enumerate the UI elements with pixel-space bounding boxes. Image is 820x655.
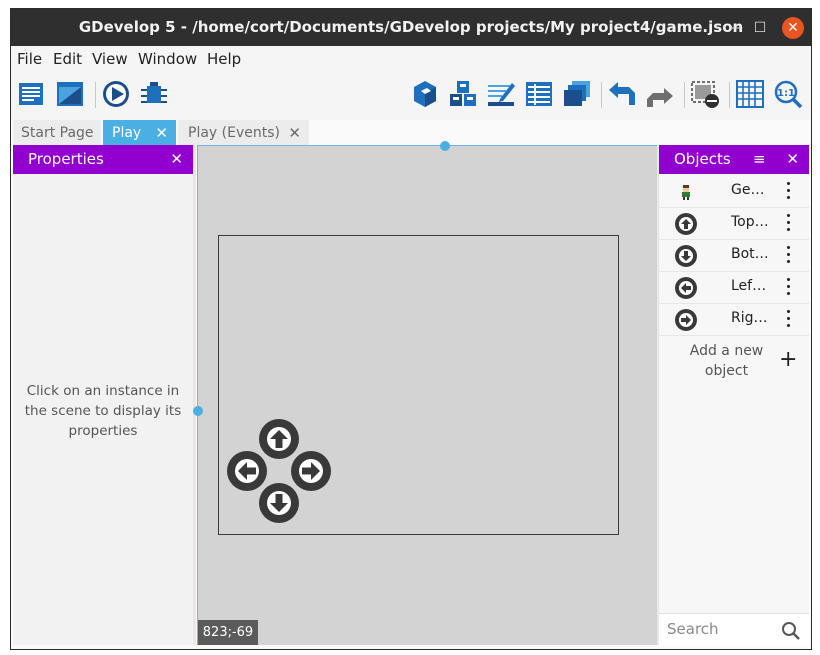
add-object-icon[interactable]: + bbox=[779, 349, 797, 371]
menu-view[interactable]: View bbox=[92, 50, 128, 68]
project-manager-icon[interactable] bbox=[17, 79, 47, 109]
tab-start-page[interactable]: Start Page bbox=[13, 120, 101, 146]
right-button-instance[interactable] bbox=[291, 451, 331, 491]
left-button-instance[interactable] bbox=[227, 451, 267, 491]
close-tab-icon[interactable]: ✕ bbox=[155, 120, 168, 146]
list-item[interactable]: Top… bbox=[659, 207, 809, 240]
title-bar: GDevelop 5 - /home/cort/Documents/GDevel… bbox=[11, 9, 811, 46]
objects-header: Objects ≡ ✕ bbox=[659, 145, 809, 174]
arrow-down-icon bbox=[675, 245, 697, 267]
menu-file[interactable]: File bbox=[17, 50, 42, 68]
close-panel-icon[interactable]: ✕ bbox=[170, 145, 183, 174]
properties-header: Properties ✕ bbox=[13, 145, 193, 174]
close-window-button[interactable]: ✕ bbox=[782, 17, 804, 39]
scene-properties-icon[interactable] bbox=[55, 79, 85, 109]
toolbar-separator bbox=[601, 82, 602, 108]
more-options-icon[interactable] bbox=[783, 276, 793, 298]
maximize-button[interactable]: ☐ bbox=[749, 17, 771, 39]
more-options-icon[interactable] bbox=[783, 308, 793, 330]
properties-empty-message: Click on an instance in the scene to dis… bbox=[24, 383, 182, 439]
undo-icon[interactable] bbox=[607, 79, 637, 109]
toggle-window-mask-icon[interactable] bbox=[690, 79, 720, 109]
toolbar: 1:1 bbox=[11, 72, 811, 120]
properties-panel: Properties ✕ Click on an instance in the… bbox=[13, 145, 193, 645]
resize-handle-left[interactable] bbox=[193, 406, 203, 416]
toolbar-separator bbox=[684, 82, 685, 108]
left-splitter[interactable] bbox=[193, 145, 196, 645]
filter-icon[interactable]: ≡ bbox=[753, 145, 766, 174]
more-options-icon[interactable] bbox=[783, 244, 793, 266]
toolbar-separator bbox=[95, 82, 96, 108]
app-window: GDevelop 5 - /home/cort/Documents/GDevel… bbox=[10, 8, 812, 650]
list-item[interactable]: Lef… bbox=[659, 271, 809, 304]
arrow-left-icon bbox=[675, 277, 697, 299]
close-panel-icon[interactable]: ✕ bbox=[786, 145, 799, 174]
cursor-coordinates: 823;-69 bbox=[198, 620, 258, 645]
debugger-icon[interactable] bbox=[139, 79, 169, 109]
more-options-icon[interactable] bbox=[783, 180, 793, 202]
edit-object-icon[interactable] bbox=[486, 79, 516, 109]
tab-play[interactable]: Play ✕ bbox=[103, 120, 176, 146]
character-sprite-icon bbox=[675, 181, 697, 203]
layers-icon[interactable] bbox=[562, 79, 592, 109]
editor-tabs: Start Page Play ✕ Play (Events) ✕ bbox=[11, 120, 811, 146]
arrow-up-icon bbox=[675, 213, 697, 235]
object-groups-icon[interactable] bbox=[448, 79, 478, 109]
add-new-object-label[interactable]: Add a new object bbox=[679, 341, 774, 381]
window-title: GDevelop 5 - /home/cort/Documents/GDevel… bbox=[78, 18, 744, 36]
menu-help[interactable]: Help bbox=[207, 50, 241, 68]
scene-editor-canvas[interactable]: 823;-69 bbox=[193, 141, 657, 645]
redo-icon[interactable] bbox=[645, 79, 675, 109]
top-button-instance[interactable] bbox=[259, 419, 299, 459]
preview-play-icon[interactable] bbox=[101, 79, 131, 109]
menu-bar: File Edit View Window Help bbox=[11, 46, 811, 72]
menu-edit[interactable]: Edit bbox=[53, 50, 82, 68]
minimize-button[interactable]: — bbox=[725, 17, 747, 39]
toolbar-separator bbox=[729, 82, 730, 108]
close-tab-icon[interactable]: ✕ bbox=[288, 120, 301, 146]
instances-list-icon[interactable] bbox=[524, 79, 554, 109]
svg-text:1:1: 1:1 bbox=[777, 88, 795, 99]
object-search-field[interactable]: Search bbox=[659, 613, 809, 646]
resize-handle-top[interactable] bbox=[440, 141, 450, 151]
more-options-icon[interactable] bbox=[783, 212, 793, 234]
list-item[interactable]: Ge… bbox=[659, 175, 809, 208]
toggle-grid-icon[interactable] bbox=[735, 79, 765, 109]
objects-panel: Objects ≡ ✕ Ge… Top… Bot… Lef… Rig… Add … bbox=[659, 145, 809, 646]
bottom-button-instance[interactable] bbox=[259, 483, 299, 523]
arrow-right-icon bbox=[675, 309, 697, 331]
object-3d-icon[interactable] bbox=[410, 79, 440, 109]
search-icon bbox=[782, 622, 800, 640]
tab-play-events[interactable]: Play (Events) ✕ bbox=[178, 120, 309, 146]
menu-window[interactable]: Window bbox=[138, 50, 197, 68]
list-item[interactable]: Bot… bbox=[659, 239, 809, 272]
list-item[interactable]: Rig… bbox=[659, 303, 809, 336]
zoom-reset-icon[interactable]: 1:1 bbox=[773, 79, 803, 109]
